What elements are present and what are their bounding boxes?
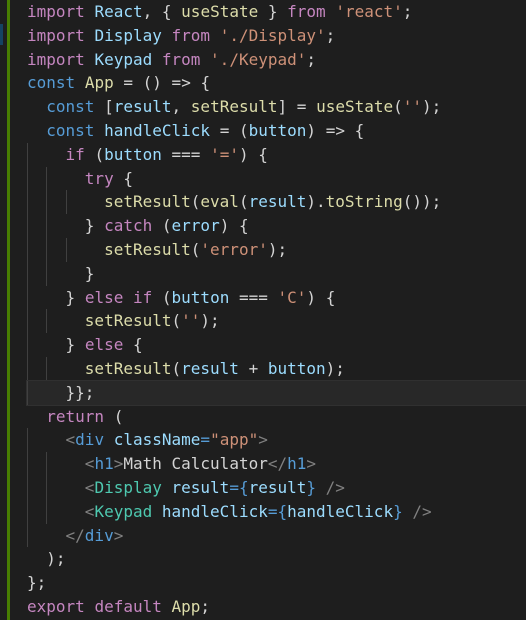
code-line[interactable]: <h1>Math Calculator</h1> xyxy=(27,452,526,476)
git-added-gutter-bar xyxy=(7,0,10,620)
code-line[interactable]: const handleClick = (button) => { xyxy=(27,119,526,143)
indent-guide xyxy=(27,190,28,215)
code-line[interactable]: import Display from './Display'; xyxy=(27,24,526,48)
code-line[interactable]: const [result, setResult] = useState('')… xyxy=(27,95,526,119)
indent-guide xyxy=(46,261,48,286)
code-line[interactable]: const App = () => { xyxy=(27,71,526,95)
indent-guide xyxy=(27,428,28,453)
indent-guide xyxy=(27,142,28,167)
code-line[interactable]: } else if (button === 'C') { xyxy=(27,285,526,310)
code-line[interactable]: } xyxy=(27,261,526,286)
code-line[interactable]: setResult(result + button); xyxy=(27,356,526,381)
code-line[interactable]: <div className="app"> xyxy=(27,428,526,453)
indent-guide xyxy=(65,190,67,215)
indent-guide xyxy=(27,285,28,310)
indent-guide xyxy=(46,190,48,215)
indent-guide xyxy=(27,214,28,238)
code-editor[interactable]: import React, { useState } from 'react';… xyxy=(0,0,526,620)
indent-guide xyxy=(27,237,28,262)
code-line[interactable]: ); xyxy=(27,547,526,571)
indent-guide xyxy=(46,475,48,500)
code-line[interactable]: }}; xyxy=(26,379,526,406)
indent-guide xyxy=(27,475,28,500)
code-line[interactable]: export default App; xyxy=(27,595,526,619)
code-line[interactable]: if (button === '=') { xyxy=(27,142,526,167)
indent-guide xyxy=(27,380,28,405)
code-line[interactable]: }; xyxy=(27,571,526,595)
code-line[interactable]: setResult(eval(result).toString()); xyxy=(27,190,526,215)
indent-guide xyxy=(27,309,28,334)
indent-guide xyxy=(46,309,48,334)
code-line[interactable]: import React, { useState } from 'react'; xyxy=(27,0,526,24)
indent-guide xyxy=(27,356,28,381)
code-line[interactable]: <Display result={result} /> xyxy=(27,475,526,500)
code-area[interactable]: import React, { useState } from 'react';… xyxy=(26,0,526,619)
indent-guide xyxy=(27,261,28,286)
code-line[interactable]: } catch (error) { xyxy=(27,214,526,238)
code-line[interactable]: import Keypad from './Keypad'; xyxy=(27,48,526,72)
code-line[interactable]: setResult('error'); xyxy=(27,237,526,262)
code-line[interactable]: <Keypad handleClick={handleClick} /> xyxy=(27,499,526,524)
indent-guide xyxy=(27,523,28,548)
indent-guide xyxy=(46,452,48,476)
indent-guide xyxy=(27,499,28,524)
code-line[interactable]: setResult(''); xyxy=(27,309,526,334)
indent-guide xyxy=(65,237,67,262)
indent-guide xyxy=(27,452,28,476)
gutter-change-marker xyxy=(0,24,3,45)
code-line[interactable]: return ( xyxy=(27,405,526,429)
indent-guide xyxy=(46,499,48,524)
indent-guide xyxy=(27,166,28,191)
indent-guide xyxy=(46,237,48,262)
indent-guide xyxy=(46,166,48,191)
indent-guide xyxy=(27,333,28,357)
code-line[interactable]: </div> xyxy=(27,523,526,548)
indent-guide xyxy=(46,356,48,381)
code-line[interactable]: try { xyxy=(27,166,526,191)
code-line[interactable]: } else { xyxy=(27,333,526,357)
indent-guide xyxy=(46,214,48,238)
